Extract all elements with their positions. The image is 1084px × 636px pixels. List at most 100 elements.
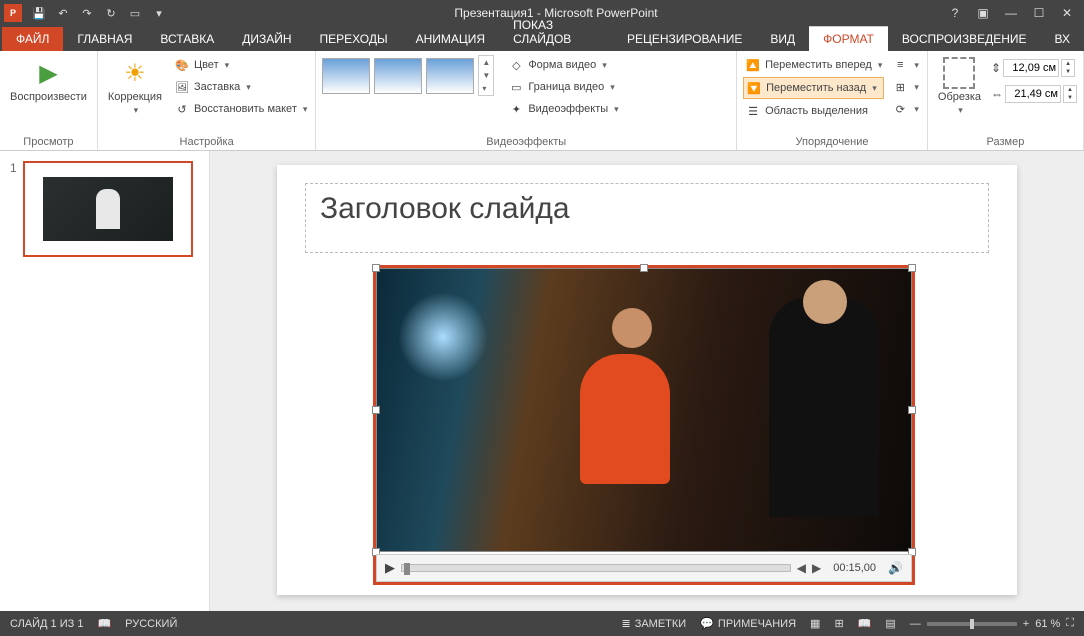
gallery-scroll-down[interactable]: ▼ [479,69,493,82]
language-status[interactable]: РУССКИЙ [125,618,177,630]
video-play-button[interactable]: ▶ [385,560,395,576]
forward-icon: 🔼 [745,57,761,73]
spin-up[interactable]: ▲ [1064,86,1076,94]
align-icon: ≡ [892,57,908,73]
height-field[interactable]: ⇕ ▲▼ [991,59,1077,77]
start-slideshow-icon[interactable]: ▭ [124,2,146,24]
fit-to-window-icon[interactable]: ⛶ [1066,617,1074,630]
help-icon[interactable]: ? [942,2,968,24]
undo-icon[interactable]: ↶ [52,2,74,24]
group-label-adjust: Настройка [104,134,310,148]
slideshow-view-icon[interactable]: ▤ [885,617,895,630]
zoom-out-button[interactable]: — [910,618,921,630]
tab-transitions[interactable]: ПЕРЕХОДЫ [306,27,402,51]
effects-icon: ✦ [508,101,524,117]
shape-icon: ◇ [508,57,524,73]
selection-pane-button[interactable]: ☰Область выделения [743,101,884,121]
resize-handle[interactable] [908,406,916,414]
align-button[interactable]: ≡▾ [890,55,921,75]
reset-design-button[interactable]: ↺Восстановить макет▾ [172,99,309,119]
brightness-icon: ☀ [119,57,151,89]
resize-handle[interactable] [908,264,916,272]
normal-view-icon[interactable]: ▦ [810,617,820,630]
tab-view[interactable]: ВИД [756,27,809,51]
tab-animations[interactable]: АНИМАЦИЯ [402,27,499,51]
resize-handle[interactable] [640,264,648,272]
style-thumb[interactable] [374,58,422,94]
seek-thumb[interactable] [404,563,410,575]
slide-canvas[interactable]: Заголовок слайда ▶ ◀ [277,165,1017,595]
send-backward-button[interactable]: 🔽Переместить назад▾ [743,77,884,99]
tab-file[interactable]: ФАЙЛ [2,27,63,51]
slide-thumbnail[interactable]: 1 [10,161,199,257]
backward-icon: 🔽 [746,80,762,96]
crop-label: Обрезка [938,91,981,103]
ribbon-options-icon[interactable]: ▣ [970,2,996,24]
tab-playback[interactable]: ВОСПРОИЗВЕДЕНИЕ [888,27,1041,51]
slide-thumb-preview[interactable] [23,161,193,257]
corrections-button[interactable]: ☀ Коррекция ▾ [104,55,166,118]
qat-dropdown-icon[interactable]: ▾ [148,2,170,24]
resize-handle[interactable] [372,406,380,414]
tab-insert[interactable]: ВСТАВКА [146,27,228,51]
poster-frame-button[interactable]: 🖼Заставка▾ [172,77,309,97]
group-label-size: Размер [934,134,1077,148]
tab-overflow[interactable]: Вх [1041,27,1084,51]
gallery-scroll-up[interactable]: ▲ [479,56,493,69]
tab-review[interactable]: РЕЦЕНЗИРОВАНИЕ [613,27,756,51]
style-thumb[interactable] [426,58,474,94]
resize-handle[interactable] [372,264,380,272]
rotate-button[interactable]: ⟳▾ [890,99,921,119]
color-button[interactable]: 🎨Цвет▾ [172,55,309,75]
minimize-button[interactable]: — [998,2,1024,24]
status-bar: СЛАЙД 1 ИЗ 1 📖 РУССКИЙ ≣ ЗАМЕТКИ 💬 ПРИМЕ… [0,611,1084,636]
crop-button[interactable]: Обрезка ▾ [934,55,985,118]
notes-button[interactable]: ≣ ЗАМЕТКИ [621,617,686,630]
reading-view-icon[interactable]: 📖 [858,617,872,630]
gallery-more-icon[interactable]: ▾ [479,82,493,95]
redo-icon[interactable]: ↷ [76,2,98,24]
spin-down[interactable]: ▼ [1064,94,1076,102]
slide-thumbnail-pane[interactable]: 1 [0,151,210,611]
style-thumb[interactable] [322,58,370,94]
spin-down[interactable]: ▼ [1062,68,1074,76]
step-forward-button[interactable]: ▶ [812,561,821,575]
tab-home[interactable]: ГЛАВНАЯ [63,27,146,51]
sorter-view-icon[interactable]: ⊞ [834,617,843,630]
width-field[interactable]: ⇔ ▲▼ [991,85,1077,103]
video-frame[interactable] [376,268,912,552]
close-button[interactable]: ✕ [1054,2,1080,24]
spin-up[interactable]: ▲ [1062,60,1074,68]
save-icon[interactable]: 💾 [28,2,50,24]
reset-icon: ↺ [174,101,190,117]
comments-button[interactable]: 💬 ПРИМЕЧАНИЯ [700,617,796,630]
video-seek-track[interactable] [401,564,791,572]
video-effects-button[interactable]: ✦Видеоэффекты▾ [506,99,620,119]
video-shape-button[interactable]: ◇Форма видео▾ [506,55,620,75]
play-button[interactable]: ▶ Воспроизвести [6,55,91,105]
title-placeholder[interactable]: Заголовок слайда [305,183,989,253]
step-back-button[interactable]: ◀ [797,561,806,575]
video-object-selected[interactable]: ▶ ◀ ▶ 00:15,00 🔊 [373,265,915,585]
spellcheck-icon[interactable]: 📖 [97,617,111,630]
repeat-icon[interactable]: ↻ [100,2,122,24]
tab-format[interactable]: ФОРМАТ [809,26,888,51]
group-icon: ⊞ [892,79,908,95]
maximize-button[interactable]: ☐ [1026,2,1052,24]
height-input[interactable] [1003,59,1059,77]
video-style-gallery[interactable]: ▲ ▼ ▾ [322,55,494,96]
video-border-button[interactable]: ▭Граница видео▾ [506,77,620,97]
zoom-in-button[interactable]: + [1023,618,1029,630]
width-input[interactable] [1005,85,1061,103]
app-icon: P [4,4,22,22]
tab-design[interactable]: ДИЗАЙН [228,27,305,51]
group-label-preview: Просмотр [6,134,91,148]
bring-forward-button[interactable]: 🔼Переместить вперед▾ [743,55,884,75]
selection-icon: ☰ [745,103,761,119]
slide-editor[interactable]: Заголовок слайда ▶ ◀ [210,151,1084,611]
group-button[interactable]: ⊞▾ [890,77,921,97]
zoom-slider[interactable] [927,622,1017,626]
crop-icon [943,57,975,89]
volume-icon[interactable]: 🔊 [888,561,903,575]
tab-slideshow[interactable]: ПОКАЗ СЛАЙДОВ [499,13,613,51]
